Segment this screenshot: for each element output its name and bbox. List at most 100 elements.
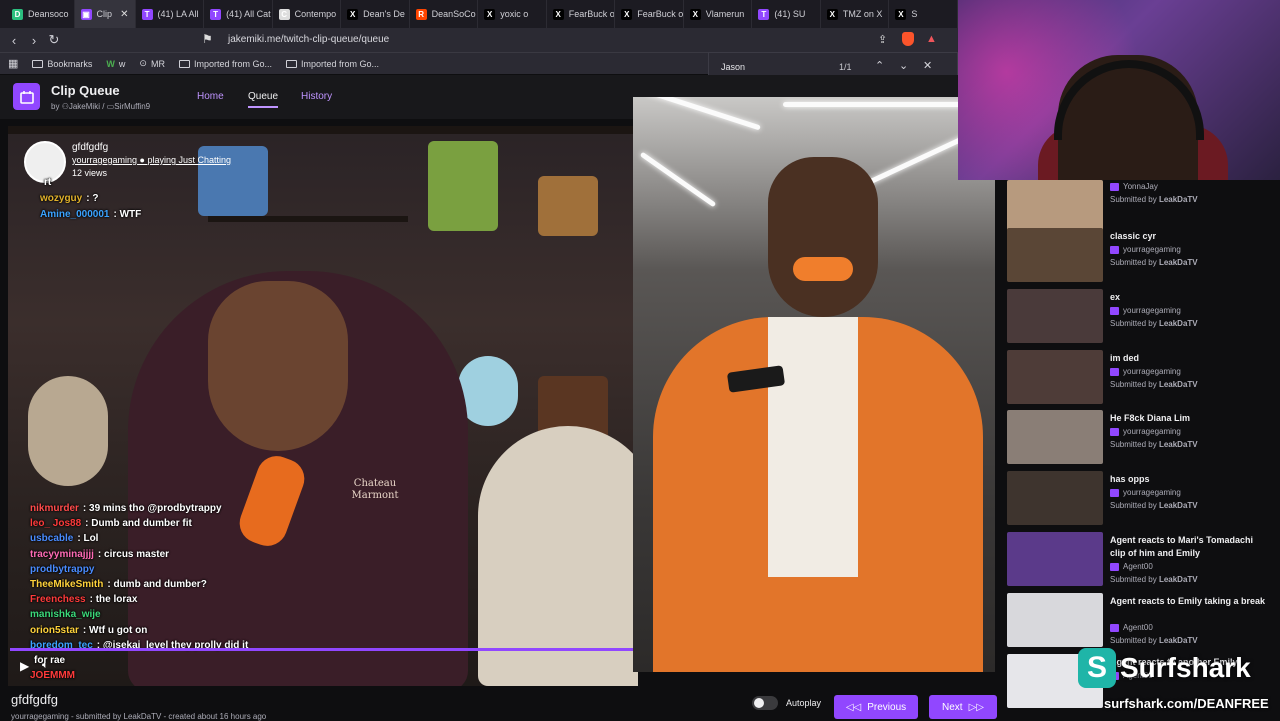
clip-card-views: 12 views xyxy=(72,168,108,178)
queue-item[interactable]: YonnaJay Submitted by LeakDaTV xyxy=(1007,180,1275,234)
tab-favicon-icon: C xyxy=(278,8,290,20)
shelf xyxy=(8,126,638,134)
queue-item[interactable]: classic cyr yourragegaming Submitted by Le… xyxy=(1007,228,1275,282)
forward-icon[interactable]: › xyxy=(24,33,44,48)
tab-label: Deansoco xyxy=(28,9,69,19)
queue-item[interactable]: He F8ck Diana Lim yourragegaming Submitted… xyxy=(1007,410,1275,464)
queue-item[interactable]: ex yourragegaming Submitted by LeakDaTV xyxy=(1007,289,1275,343)
submitted-by-label: Submitted by xyxy=(1110,575,1157,584)
tab-favicon-icon: X xyxy=(484,8,496,20)
tab-favicon-icon: D xyxy=(12,8,23,20)
bookmark-item[interactable]: Imported from Go... xyxy=(286,59,379,69)
back-icon[interactable]: ‹ xyxy=(4,33,24,48)
queue-title: He F8ck Diana Lim xyxy=(1110,413,1191,423)
browser-tab[interactable]: D Deansoco xyxy=(6,0,75,28)
queue-submitter: Submitted by LeakDaTV xyxy=(1110,195,1198,204)
chat-message: Amine_000001: WTF xyxy=(40,209,141,220)
browser-tab[interactable]: X Dean's De xyxy=(341,0,410,28)
chat-username: usbcable xyxy=(30,533,74,545)
chat-text: circus master xyxy=(104,548,170,560)
browser-tab[interactable]: X FearBuck o xyxy=(615,0,684,28)
queue-thumbnail xyxy=(1007,410,1103,464)
browser-tab[interactable]: ▣ Clip ✕ xyxy=(74,0,136,28)
chat-username: TheeMikeSmith xyxy=(30,579,104,590)
queue-item[interactable]: Agent reacts to Mari's Tomadachi clip of… xyxy=(1007,532,1275,586)
current-clip-title: gfdfgdfg xyxy=(11,692,58,707)
man-head xyxy=(768,157,878,317)
address-bar[interactable]: jakemiki.me/twitch-clip-queue/queue xyxy=(220,32,640,48)
browser-tab[interactable]: R DeanSoCo xyxy=(410,0,479,28)
folder-icon xyxy=(286,59,297,68)
submitted-by-label: Submitted by xyxy=(1110,501,1157,510)
reload-icon[interactable]: ↻ xyxy=(44,32,64,48)
clip-card-channel[interactable]: yourragegaming ● playing Just Chatting xyxy=(72,155,231,165)
progress-bar[interactable] xyxy=(10,648,634,651)
chat-message: prodbytrappy xyxy=(30,564,98,575)
queue-item[interactable]: im ded yourragegaming Submitted by LeakDaT… xyxy=(1007,350,1275,404)
tab-close-icon[interactable]: ✕ xyxy=(120,9,128,20)
previous-label: Previous xyxy=(867,701,907,713)
share-icon[interactable]: ⇪ xyxy=(878,33,887,46)
tab-label: FearBuck o xyxy=(637,9,684,19)
tab-label: (41) LA All xyxy=(157,9,199,19)
browser-tab[interactable]: T (41) SU xyxy=(752,0,821,28)
author-link[interactable]: JakeMiki xyxy=(69,102,100,111)
submitted-by-label: Submitted by xyxy=(1110,380,1157,389)
queue-title: classic cyr xyxy=(1110,231,1157,241)
find-next-icon[interactable]: ⌄ xyxy=(899,59,908,72)
find-input[interactable]: Jason xyxy=(721,62,745,72)
browser-tab[interactable]: X TMZ on X xyxy=(821,0,890,28)
find-close-icon[interactable]: ✕ xyxy=(923,59,932,72)
tab-favicon-icon: X xyxy=(347,8,359,20)
next-button[interactable]: Next ▷▷ xyxy=(929,695,997,719)
bookmark-item[interactable]: ⊙ MR xyxy=(139,58,165,69)
plush-figure xyxy=(28,376,108,486)
browser-tab[interactable]: Xyoxic o xyxy=(478,0,547,28)
find-previous-icon[interactable]: ⌃ xyxy=(875,59,884,72)
queue-channel: yourragegaming xyxy=(1110,367,1181,376)
submitter-name: LeakDaTV xyxy=(1158,319,1198,328)
browser-tab[interactable]: C Contempo xyxy=(273,0,342,28)
tab-label: TMZ on X xyxy=(842,9,883,19)
play-icon[interactable]: ▶ xyxy=(20,659,29,673)
browser-tab[interactable]: X FearBuck o xyxy=(547,0,616,28)
author-link[interactable]: SirMuffin9 xyxy=(114,102,150,111)
queue-channel: yourragegaming xyxy=(1110,427,1181,436)
poster xyxy=(428,141,498,231)
w-logo-icon: W xyxy=(106,58,115,69)
bookmark-item[interactable]: Ww xyxy=(106,59,125,69)
brave-shield-icon[interactable] xyxy=(902,32,914,46)
ceiling-light xyxy=(639,151,717,208)
tab-favicon-icon: X xyxy=(895,8,907,20)
previous-button[interactable]: ◁◁ Previous xyxy=(834,695,918,719)
browser-tab[interactable]: T (41) All Cat xyxy=(204,0,273,28)
bookmark-icon[interactable]: ⚑ xyxy=(202,32,213,46)
bookmark-item[interactable]: Imported from Go... xyxy=(178,59,272,69)
chat-message: nikmurder: 39 mins tho @prodbytrappy xyxy=(30,503,222,514)
volume-icon[interactable]: 🔈︎ xyxy=(42,659,49,672)
queue-item[interactable]: has opps yourragegaming Submitted by LeakD… xyxy=(1007,471,1275,525)
nav-queue[interactable]: Queue xyxy=(248,91,279,108)
chat-username: JOEMMM xyxy=(30,670,75,682)
chat-text: Wtf u got on xyxy=(89,624,148,636)
rewards-icon[interactable]: ▲ xyxy=(926,33,937,45)
queue-thumbnail xyxy=(1007,350,1103,404)
streamer-head xyxy=(208,281,348,451)
browser-tab[interactable]: XS xyxy=(889,0,958,28)
nav-home[interactable]: Home xyxy=(197,91,224,102)
folder-icon xyxy=(178,59,190,68)
clip-queue-logo-icon xyxy=(13,83,40,110)
tab-favicon-icon: X xyxy=(552,8,564,20)
browser-tab[interactable]: X Vlamerun xyxy=(684,0,753,28)
queue-submitter: Submitted by LeakDaTV xyxy=(1110,501,1198,510)
bookmark-item[interactable]: Bookmarks xyxy=(32,59,92,69)
queue-item[interactable]: Agent reacts to Emily taking a break Agen… xyxy=(1007,593,1275,647)
queue-submitter: Submitted by LeakDaTV xyxy=(1110,258,1198,267)
autoplay-toggle[interactable] xyxy=(752,696,778,710)
guest-figure xyxy=(478,426,638,686)
apps-grid-icon[interactable]: ▦ xyxy=(8,57,18,70)
browser-tab[interactable]: T (41) LA All xyxy=(136,0,205,28)
submitter-name: LeakDaTV xyxy=(1158,380,1198,389)
chat-message: TheeMikeSmith: dumb and dumber? xyxy=(30,579,207,590)
nav-history[interactable]: History xyxy=(301,91,332,102)
